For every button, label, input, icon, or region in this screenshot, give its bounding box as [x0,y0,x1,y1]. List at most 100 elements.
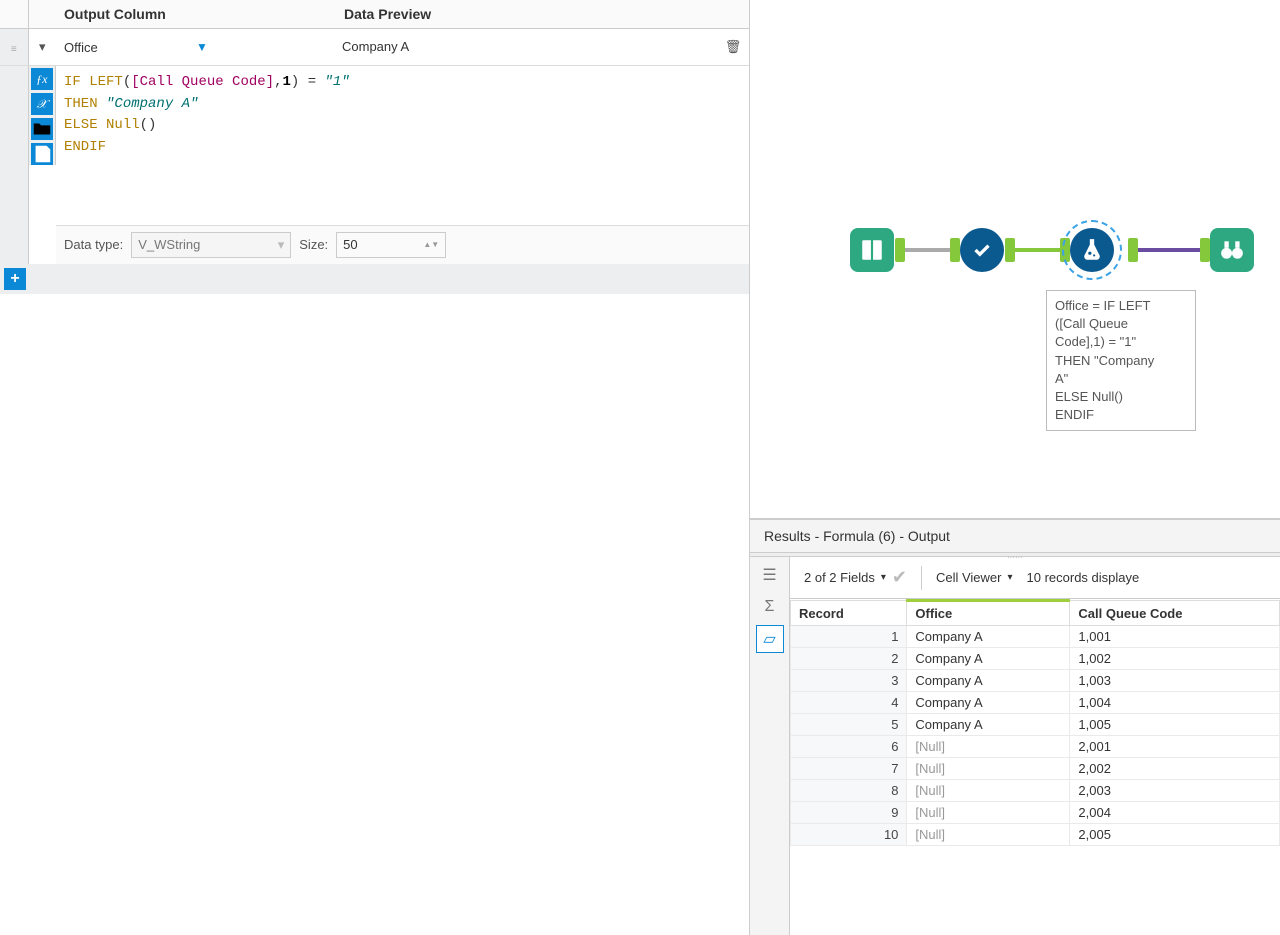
cell-record: 10 [791,824,907,846]
cell-record: 4 [791,692,907,714]
cell-record: 5 [791,714,907,736]
sigma-icon: Σ [765,598,775,616]
table-row[interactable]: 6[Null]2,001 [791,736,1280,758]
table-row[interactable]: 10[Null]2,005 [791,824,1280,846]
right-panel: Office = IF LEFT ([Call Queue Code],1) =… [750,0,1280,935]
input-anchor[interactable] [950,238,960,262]
input-anchor[interactable] [1200,238,1210,262]
results-grid: Record Office Call Queue Code 1Company A… [790,599,1280,846]
input-data-tool[interactable] [850,228,894,272]
cell-record: 2 [791,648,907,670]
table-row[interactable]: 5Company A1,005 [791,714,1280,736]
cell-office: [Null] [907,736,1070,758]
x-var-button[interactable]: 𝒳 [31,93,53,115]
col-call-queue-code[interactable]: Call Queue Code [1070,601,1280,626]
table-row[interactable]: 9[Null]2,004 [791,802,1280,824]
expand-header [28,0,56,29]
data-preview-header: Data Preview [336,0,717,29]
expand-toggle[interactable]: ▾ [28,29,56,66]
caret-down-icon: ▾ [1007,572,1012,583]
config-panel: Output Column Data Preview ≡ ▾ Office ▼ … [0,0,750,935]
cell-office: [Null] [907,824,1070,846]
col-office[interactable]: Office [907,601,1070,626]
cell-office: Company A [907,714,1070,736]
delete-button[interactable]: 🗑 [717,29,749,66]
cell-cqc: 1,004 [1070,692,1280,714]
add-expression-button[interactable]: + [4,268,26,290]
workflow-canvas[interactable]: Office = IF LEFT ([Call Queue Code],1) =… [750,0,1280,520]
cell-viewer-dropdown[interactable]: Cell Viewer ▾ [936,570,1013,585]
fields-dropdown[interactable]: 2 of 2 Fields ▾ ✔ [804,567,907,588]
cell-office: Company A [907,626,1070,648]
folder-icon [31,118,53,140]
cell-record: 8 [791,780,907,802]
caret-down-icon: ▾ [881,572,886,583]
cell-cqc: 2,005 [1070,824,1280,846]
flask-icon [1079,237,1105,263]
size-input[interactable]: 50 ▲▼ [336,232,446,258]
fx-button[interactable]: ƒx [31,68,53,90]
cell-record: 1 [791,626,907,648]
output-anchor[interactable] [895,238,905,262]
output-column-value: Office [64,40,196,55]
output-column-header: Output Column [56,0,336,29]
gutter [0,0,28,29]
save-icon [31,143,53,165]
row-handle[interactable]: ≡ [0,29,28,66]
browse-tool[interactable] [1210,228,1254,272]
cell-office: Company A [907,648,1070,670]
book-icon [859,237,885,263]
connector[interactable] [1015,248,1065,252]
output-anchor[interactable] [1005,238,1015,262]
output-column-dropdown[interactable]: Office ▼ [56,33,336,61]
table-row[interactable]: 3Company A1,003 [791,670,1280,692]
cell-cqc: 1,003 [1070,670,1280,692]
datatype-row: Data type: V_WString ▾ Size: 50 ▲▼ [56,225,749,264]
save-button[interactable] [31,143,53,165]
select-tool[interactable] [960,228,1004,272]
formula-tool[interactable] [1070,228,1114,272]
cell-cqc: 2,001 [1070,736,1280,758]
view-list-button[interactable]: ☰ [756,561,784,589]
results-title: Results - Formula (6) - Output [750,520,1280,553]
cell-record: 3 [791,670,907,692]
output-anchor[interactable] [1128,238,1138,262]
cell-office: [Null] [907,780,1070,802]
connector[interactable] [1138,248,1204,252]
table-row[interactable]: 7[Null]2,002 [791,758,1280,780]
check-icon: ✔ [892,567,907,588]
view-sigma-button[interactable]: Σ [756,593,784,621]
trash-header [717,0,749,29]
col-record[interactable]: Record [791,601,907,626]
chevron-down-icon: ▾ [39,39,46,54]
binoculars-icon [1219,237,1245,263]
cell-cqc: 2,002 [1070,758,1280,780]
folder-button[interactable] [31,118,53,140]
list-icon: ☰ [762,565,776,585]
table-row[interactable]: 4Company A1,004 [791,692,1280,714]
data-preview-value: Company A [336,29,717,66]
editor-toolstrip: ƒx 𝒳 [29,66,57,165]
results-toolstrip: ☰ Σ ▱ [750,557,790,935]
cell-cqc: 2,003 [1070,780,1280,802]
spinner-icon[interactable]: ▲▼ [423,240,439,249]
output-icon: ▱ [763,629,775,649]
chevron-down-icon: ▼ [196,40,328,54]
cell-cqc: 2,004 [1070,802,1280,824]
check-icon [969,237,995,263]
cell-record: 7 [791,758,907,780]
datatype-select[interactable]: V_WString ▾ [131,232,291,258]
table-row[interactable]: 2Company A1,002 [791,648,1280,670]
table-row[interactable]: 1Company A1,001 [791,626,1280,648]
cell-cqc: 1,001 [1070,626,1280,648]
trash-icon: 🗑 [725,39,742,54]
table-row[interactable]: 8[Null]2,003 [791,780,1280,802]
formula-editor[interactable]: IF LEFT([Call Queue Code],1) = "1" THEN … [56,66,749,165]
chevron-down-icon: ▾ [278,237,285,253]
records-displayed-label: 10 records displaye [1027,570,1140,585]
cell-record: 6 [791,736,907,758]
cell-cqc: 1,005 [1070,714,1280,736]
view-output-button[interactable]: ▱ [756,625,784,653]
input-anchor[interactable] [1060,238,1070,262]
connector[interactable] [905,248,955,252]
